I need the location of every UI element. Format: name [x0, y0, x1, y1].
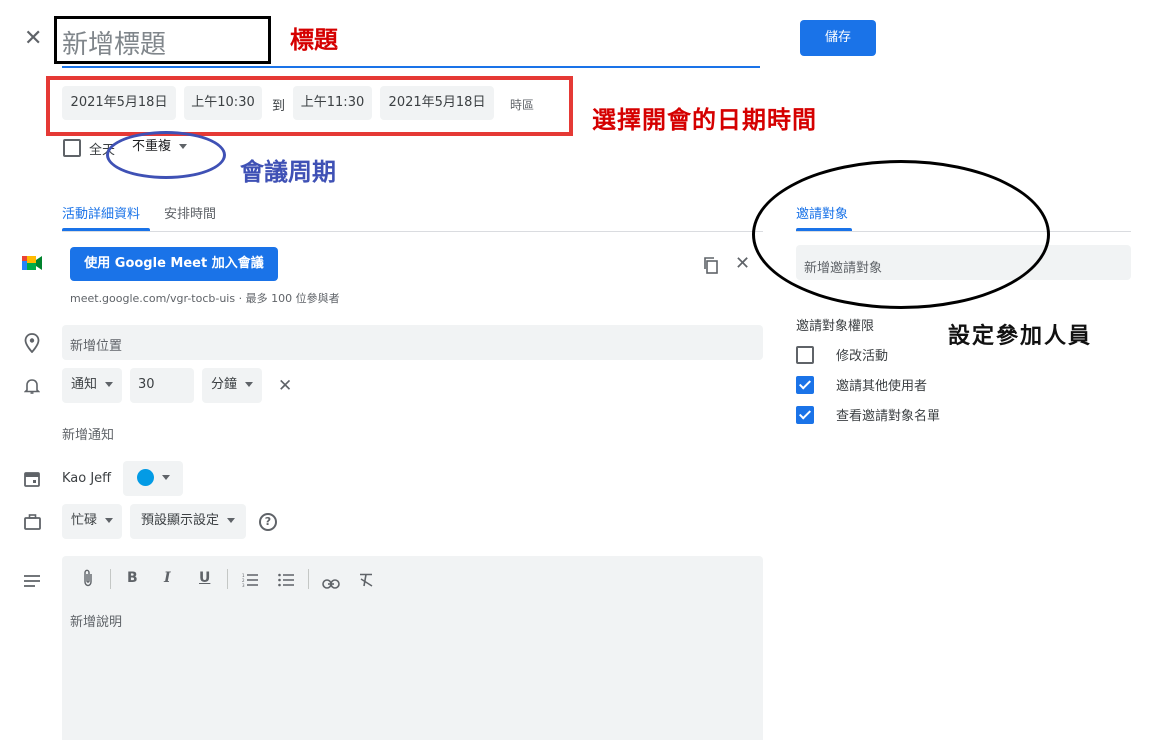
- attachment-icon[interactable]: [82, 569, 94, 591]
- briefcase-icon: [24, 514, 41, 534]
- calendar-owner: Kao Jeff: [62, 471, 112, 486]
- bold-button[interactable]: B: [127, 570, 138, 586]
- visibility-dropdown[interactable]: 預設顯示設定: [130, 504, 246, 539]
- calendar-color-dropdown[interactable]: [123, 461, 183, 496]
- permission-invite-checkbox[interactable]: [796, 376, 814, 394]
- notification-type-dropdown[interactable]: 通知: [62, 368, 122, 403]
- save-button[interactable]: 儲存: [800, 20, 876, 56]
- permission-see-list-checkbox[interactable]: [796, 406, 814, 424]
- close-button[interactable]: ✕: [24, 26, 46, 54]
- guest-permissions-title: 邀請對象權限: [796, 319, 875, 334]
- notification-amount-value: 30: [138, 377, 155, 392]
- chevron-down-icon: [227, 518, 235, 523]
- title-annotation: 標題: [290, 25, 338, 54]
- svg-text:3: 3: [242, 583, 245, 587]
- location-pin-icon: [24, 333, 40, 357]
- visibility-value: 預設顯示設定: [140, 513, 219, 528]
- notification-unit-value: 分鐘: [210, 377, 237, 392]
- toolbar-divider: [308, 569, 309, 589]
- bell-icon: [23, 377, 41, 399]
- notification-type-value: 通知: [70, 377, 97, 392]
- numbered-list-icon[interactable]: 123: [242, 572, 258, 591]
- toolbar-divider: [227, 569, 228, 589]
- chevron-down-icon: [161, 475, 170, 480]
- description-placeholder: 新增說明: [70, 615, 123, 630]
- tab-schedule[interactable]: 安排時間: [164, 203, 216, 222]
- guests-annotation: 設定參加人員: [948, 323, 1093, 349]
- bulleted-list-icon[interactable]: [278, 572, 294, 591]
- help-icon[interactable]: ?: [259, 513, 277, 531]
- permission-see-list-label: 查看邀請對象名單: [836, 409, 941, 424]
- color-dot-icon: [136, 469, 154, 486]
- add-notification-link[interactable]: 新增通知: [62, 424, 114, 443]
- title-annotation-box: [54, 16, 271, 64]
- guests-annotation-ellipse: [752, 160, 1050, 309]
- datetime-annotation: 選擇開會的日期時間: [592, 105, 817, 134]
- remove-notification-button[interactable]: ✕: [278, 376, 292, 396]
- italic-button[interactable]: I: [164, 570, 171, 586]
- remove-meet-button[interactable]: ✕: [735, 253, 750, 274]
- description-icon: [24, 572, 40, 591]
- repeat-annotation-ellipse: [106, 131, 226, 179]
- busy-status-value: 忙碌: [70, 513, 97, 528]
- permission-invite-label: 邀請其他使用者: [836, 379, 928, 394]
- chevron-down-icon: [105, 382, 113, 387]
- google-meet-join-button[interactable]: 使用 Google Meet 加入會議: [70, 247, 278, 281]
- underline-button[interactable]: U: [199, 570, 210, 586]
- calendar-icon: [24, 470, 40, 491]
- tab-details[interactable]: 活動詳細資料: [62, 203, 140, 222]
- chevron-down-icon: [245, 382, 253, 387]
- google-meet-icon: [22, 254, 42, 272]
- link-icon[interactable]: [322, 574, 340, 593]
- copy-icon[interactable]: [702, 256, 720, 278]
- permission-modify-checkbox[interactable]: [796, 346, 814, 364]
- notification-amount-input[interactable]: 30: [130, 368, 194, 403]
- all-day-checkbox[interactable]: [63, 139, 81, 157]
- notification-unit-dropdown[interactable]: 分鐘: [202, 368, 262, 403]
- location-placeholder: 新增位置: [70, 339, 123, 354]
- toolbar-divider: [110, 569, 111, 589]
- repeat-annotation: 會議周期: [240, 157, 336, 186]
- clear-formatting-icon[interactable]: [359, 572, 374, 591]
- location-input[interactable]: 新增位置: [62, 325, 763, 360]
- permission-modify-label: 修改活動: [836, 349, 889, 364]
- datetime-annotation-box: [46, 76, 573, 136]
- chevron-down-icon: [105, 518, 113, 523]
- meet-link: meet.google.com/vgr-tocb-uis · 最多 100 位參…: [70, 292, 340, 305]
- busy-status-dropdown[interactable]: 忙碌: [62, 504, 122, 539]
- tabs-divider: [62, 231, 763, 232]
